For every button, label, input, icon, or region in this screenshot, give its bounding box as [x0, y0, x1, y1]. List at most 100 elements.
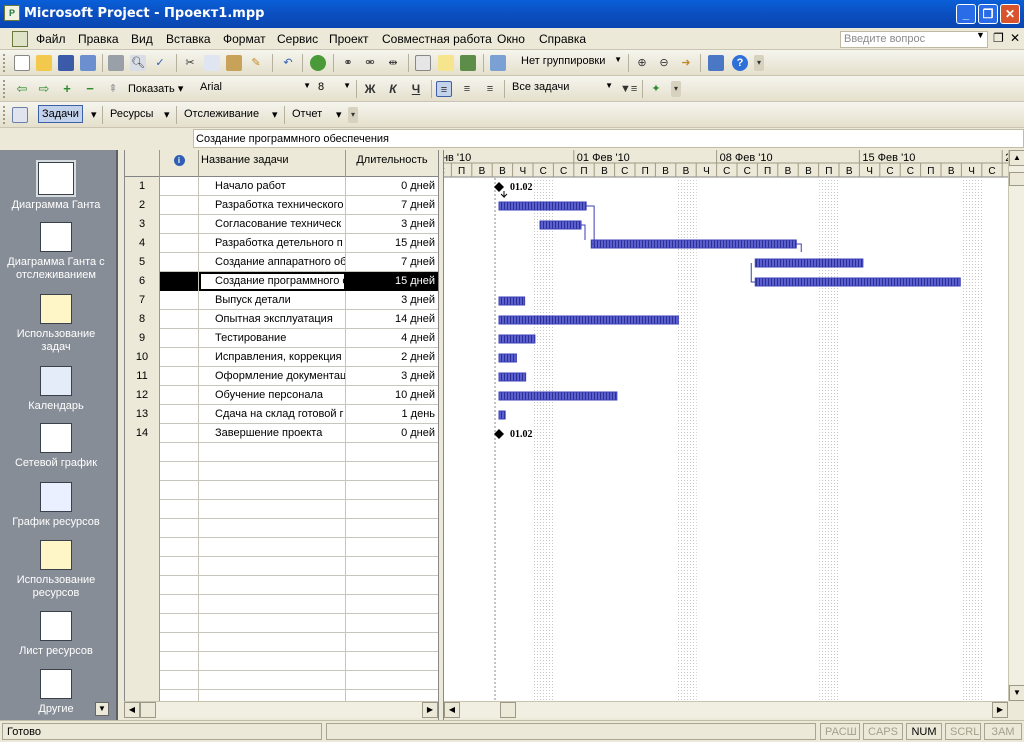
scroll-right-button[interactable]: ▶: [992, 702, 1008, 718]
task-name-cell[interactable]: Обучение персонала: [199, 386, 346, 405]
task-name-cell[interactable]: [199, 500, 346, 519]
task-name-cell[interactable]: Исправления, коррекция: [199, 348, 346, 367]
format-painter-icon[interactable]: ✎: [248, 55, 264, 71]
task-duration-cell[interactable]: 7 дней: [346, 196, 438, 215]
underline-button[interactable]: Ч: [408, 81, 424, 97]
task-duration-cell[interactable]: 15 дней: [346, 234, 438, 253]
task-duration-cell[interactable]: [346, 462, 438, 481]
font-combo[interactable]: Arial ▼: [196, 79, 314, 98]
guide-report-dropdown[interactable]: ▾: [336, 108, 342, 121]
empty-row[interactable]: [125, 595, 438, 614]
task-row[interactable]: 3 Согласование техническ 3 дней: [125, 215, 438, 234]
task-row[interactable]: 13 Сдача на склад готовой г1 день: [125, 405, 438, 424]
task-duration-cell[interactable]: [346, 690, 438, 701]
zoom-in-icon[interactable]: ⊕: [634, 55, 650, 71]
task-name-cell[interactable]: [199, 633, 346, 652]
task-duration-cell[interactable]: [346, 481, 438, 500]
grid-scroll-thumb[interactable]: [140, 702, 156, 718]
task-duration-cell[interactable]: 0 дней: [346, 424, 438, 443]
menu-window[interactable]: Окно: [497, 32, 525, 46]
menu-edit[interactable]: Правка: [78, 32, 119, 46]
toolbar-options-icon[interactable]: ▾: [754, 55, 764, 71]
bold-button[interactable]: Ж: [362, 81, 378, 97]
empty-row[interactable]: [125, 462, 438, 481]
task-row[interactable]: 14 Завершение проекта 0 дней: [125, 424, 438, 443]
align-center-icon[interactable]: ≡: [459, 81, 475, 97]
task-duration-cell[interactable]: 3 дней: [346, 215, 438, 234]
task-name-cell[interactable]: Создание аппаратного об: [199, 253, 346, 272]
menu-tools[interactable]: Сервис: [277, 32, 318, 46]
task-duration-cell[interactable]: 2 дней: [346, 348, 438, 367]
hide-subtasks-icon[interactable]: −: [82, 81, 98, 97]
grid-horizontal-scrollbar[interactable]: ◀ ▶: [124, 701, 438, 718]
empty-row[interactable]: [125, 690, 438, 701]
vertical-scrollbar[interactable]: ▲ ▼: [1008, 150, 1024, 701]
gantt-scroll-thumb[interactable]: [500, 702, 516, 718]
autofilter-icon[interactable]: ▼≡: [620, 81, 637, 97]
task-duration-cell[interactable]: [346, 519, 438, 538]
new-icon[interactable]: [14, 55, 30, 71]
task-row[interactable]: 2 Разработка технического 7 дней: [125, 196, 438, 215]
task-name-cell[interactable]: [199, 576, 346, 595]
task-row[interactable]: 1 Начало работ 0 дней: [125, 177, 438, 196]
gantt-horizontal-scrollbar[interactable]: ◀ ▶: [444, 701, 1008, 718]
menu-project[interactable]: Проект: [329, 32, 369, 46]
task-duration-cell[interactable]: 7 дней: [346, 253, 438, 272]
task-name-cell[interactable]: Согласование техническ: [199, 215, 346, 234]
task-duration-cell[interactable]: 3 дней: [346, 367, 438, 386]
scroll-thumb[interactable]: [1009, 172, 1024, 186]
task-row[interactable]: 4 Разработка детельного п 15 дней: [125, 234, 438, 253]
task-duration-cell[interactable]: 15 дней: [346, 272, 438, 291]
info-column-header[interactable]: i: [160, 150, 199, 177]
gantt-wizard-icon[interactable]: ✦: [648, 81, 664, 97]
empty-row[interactable]: [125, 557, 438, 576]
toolbar-grip[interactable]: [3, 54, 6, 72]
toolbar-options-icon[interactable]: ▾: [671, 81, 681, 97]
copy-picture-icon[interactable]: [708, 55, 724, 71]
empty-row[interactable]: [125, 500, 438, 519]
task-name-cell[interactable]: Начало работ: [199, 177, 346, 196]
show-dropdown[interactable]: Показать ▾: [128, 82, 183, 95]
task-row[interactable]: 8 Опытная эксплуатация 14 дней: [125, 310, 438, 329]
guide-tasks-dropdown[interactable]: ▾: [91, 108, 97, 121]
task-duration-cell[interactable]: [346, 633, 438, 652]
task-duration-cell[interactable]: [346, 538, 438, 557]
view-task-usage[interactable]: Использование задач: [0, 294, 112, 354]
task-name-cell[interactable]: Разработка детельного п: [199, 234, 346, 253]
empty-row[interactable]: [125, 652, 438, 671]
indent-icon[interactable]: ⇨: [36, 81, 52, 97]
close-button[interactable]: ✕: [1000, 4, 1020, 24]
task-duration-cell[interactable]: 0 дней: [346, 177, 438, 196]
view-network-diagram[interactable]: Сетевой график: [0, 423, 112, 470]
task-name-cell[interactable]: Создание программного о: [199, 272, 346, 291]
task-name-cell[interactable]: Завершение проекта: [199, 424, 346, 443]
notes-icon[interactable]: [438, 55, 454, 71]
select-all-header[interactable]: [125, 150, 160, 177]
scroll-up-button[interactable]: ▲: [1009, 150, 1024, 166]
assign-resources-icon[interactable]: [460, 55, 476, 71]
task-name-cell[interactable]: [199, 652, 346, 671]
open-icon[interactable]: [36, 55, 52, 71]
task-duration-cell[interactable]: [346, 500, 438, 519]
task-name-cell[interactable]: [199, 671, 346, 690]
publish-icon[interactable]: [490, 55, 506, 71]
scroll-left-button[interactable]: ◀: [124, 702, 140, 718]
name-column-header[interactable]: Название задачи: [199, 150, 346, 177]
guide-resources-button[interactable]: Ресурсы: [110, 108, 153, 120]
duration-column-header[interactable]: Длительность: [346, 150, 438, 177]
filter-combo[interactable]: Все задачи ▼: [508, 79, 616, 98]
task-duration-cell[interactable]: 10 дней: [346, 386, 438, 405]
task-name-cell[interactable]: Тестирование: [199, 329, 346, 348]
empty-row[interactable]: [125, 481, 438, 500]
outdent-icon[interactable]: ⇦: [14, 81, 30, 97]
empty-row[interactable]: [125, 519, 438, 538]
ask-question-input[interactable]: Введите вопрос: [840, 31, 988, 48]
print-preview-icon[interactable]: 🔍︎: [130, 55, 146, 71]
task-duration-cell[interactable]: 4 дней: [346, 329, 438, 348]
task-name-cell[interactable]: Оформление документац: [199, 367, 346, 386]
task-name-cell[interactable]: Сдача на склад готовой г: [199, 405, 346, 424]
task-info-icon[interactable]: [415, 55, 431, 71]
task-name-cell[interactable]: [199, 519, 346, 538]
help-icon[interactable]: ?: [732, 55, 748, 71]
save-workspace-icon[interactable]: [80, 55, 96, 71]
